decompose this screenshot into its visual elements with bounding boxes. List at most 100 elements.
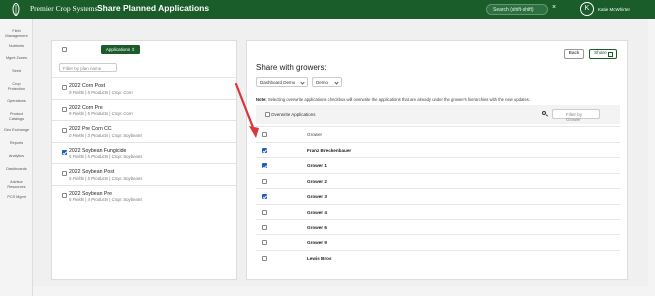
plan-row[interactable]: 2022 Soybean Fungicide 5 Fields | 5 Produ…: [52, 141, 236, 163]
plan-details: 5 Fields | 5 Products | Crop: Soybeans: [69, 154, 143, 159]
sidebar-item[interactable]: Product Catalogs: [0, 112, 33, 121]
sidebar-item[interactable]: Reports: [0, 141, 33, 146]
sidebar-item[interactable]: Analytics: [0, 154, 33, 159]
plan-name: 2022 Corn Pre: [69, 104, 103, 111]
sidebar-item[interactable]: Nutrients: [0, 44, 33, 49]
grower-name: Grower 4: [307, 209, 327, 215]
grower-row[interactable]: Grower 4: [256, 203, 620, 220]
sidebar-item-label: Seed: [12, 69, 21, 73]
grower-checkbox[interactable]: [262, 148, 267, 153]
global-search-input[interactable]: Search (shift-shift): [486, 4, 548, 15]
close-icon[interactable]: ×: [552, 4, 556, 11]
grower-row[interactable]: Grower 1: [256, 157, 620, 173]
grower-checkbox[interactable]: [262, 194, 267, 200]
grower-checkbox[interactable]: [262, 225, 267, 230]
grower-grid-toolbar: Overwrite Applications Filter by Grower: [256, 105, 620, 124]
sidebar-item-label: Geo Exchange: [3, 128, 30, 132]
plan-row[interactable]: 2022 Pre Corn CC 0 Fields | 3 Products | …: [52, 120, 236, 141]
sidebar-item-label: Management: [5, 33, 28, 38]
sidebar-item[interactable]: Geo Exchange: [0, 128, 33, 133]
grower-name: Grower 3: [307, 194, 327, 200]
plan-checkbox[interactable]: [62, 106, 67, 112]
note-text: Selecting overwrite applications checkbo…: [266, 97, 531, 102]
demo-select[interactable]: Demo: [312, 77, 342, 87]
sidebar-item[interactable]: Mgmt Zones: [0, 56, 33, 61]
share-heading: Share with growers:: [256, 63, 327, 72]
overwrite-applications-checkbox[interactable]: [265, 112, 270, 117]
sidebar-item[interactable]: Seed: [0, 69, 33, 74]
user-name[interactable]: Katie McWhirter: [598, 7, 630, 12]
sidebar-item-label: Mgmt Zones: [5, 56, 28, 60]
plan-name: 2022 Soybean Fungicide: [69, 147, 127, 154]
plan-row[interactable]: 2022 Corn Post 9 Fields | 5 Products | Cr…: [52, 77, 236, 98]
plan-checkbox[interactable]: [62, 85, 67, 90]
sidebar-item-label: Nutrients: [8, 44, 25, 48]
grower-row[interactable]: Franz Breckenbauer: [256, 142, 620, 158]
chevron-down-icon: [300, 79, 305, 85]
overwrite-note: Note: Selecting overwrite applications c…: [256, 97, 530, 102]
grower-row[interactable]: Grower 6: [256, 219, 620, 235]
avatar[interactable]: K: [580, 2, 594, 16]
plan-checkbox[interactable]: [62, 192, 67, 198]
share-button[interactable]: Share: [589, 49, 617, 59]
grower-name: Franz Breckenbauer: [307, 148, 352, 153]
sidebar-item-label: Reports: [9, 141, 24, 145]
plan-details: 0 Fields | 3 Products | Crop: Soybeans: [69, 132, 143, 138]
grower-name: Lewis Bros: [307, 255, 332, 261]
sidebar-item-label: Protection: [7, 86, 26, 91]
plan-name: 2022 Soybean Pre: [69, 190, 112, 197]
grower-row[interactable]: Grower 2: [256, 172, 620, 189]
dashboard-select[interactable]: Dashboard Demo: [256, 77, 308, 87]
grower-checkbox[interactable]: [262, 163, 267, 169]
sidebar-item[interactable]: Crop Protection: [0, 82, 33, 91]
search-icon: [542, 111, 546, 115]
plan-checkbox[interactable]: [62, 128, 67, 133]
external-link-icon: [608, 51, 613, 57]
sidebar-item[interactable]: Advisor Resources: [0, 180, 33, 189]
footer-bar: [33, 286, 655, 296]
select-all-plans-checkbox[interactable]: [62, 47, 67, 52]
grower-checkbox[interactable]: [262, 240, 267, 246]
grower-name: Grower 9: [307, 240, 327, 246]
sidebar-item-label: PCS Mgmt: [7, 195, 26, 199]
plan-row[interactable]: 2022 Soybean Post 5 Fields | 5 Products |…: [52, 163, 236, 184]
grower-checkbox[interactable]: [262, 209, 267, 215]
grower-checkbox[interactable]: [262, 178, 267, 184]
plan-details: 5 Fields | 4 Products | Crop: Soybeans: [69, 197, 143, 202]
demo-select-value: Demo: [316, 80, 329, 85]
annotation-arrow: [234, 82, 259, 138]
grower-column-header[interactable]: Grower: [307, 132, 322, 137]
sidebar-item-label: Analytics: [8, 154, 25, 158]
grower-column-header-row: Grower: [256, 126, 620, 142]
grower-name: Grower 1: [307, 163, 327, 169]
chevron-down-icon: [334, 79, 339, 85]
plan-name: 2022 Soybean Post: [69, 169, 115, 175]
plan-name: 2022 Corn Post: [69, 83, 106, 89]
grower-checkbox[interactable]: [262, 255, 267, 261]
plan-checkbox[interactable]: [62, 149, 67, 155]
sidebar-item[interactable]: Dashboards: [0, 167, 33, 172]
sidebar-item-label: Resources: [7, 184, 26, 189]
sidebar-item[interactable]: Operations: [0, 99, 33, 104]
applications-sort-button[interactable]: Applications ⇕: [101, 45, 140, 54]
plan-list-panel: Applications ⇕ Filter by plan name 2022 …: [51, 40, 237, 280]
logo-leaf-icon: [12, 3, 20, 16]
brand-name: Premier Crop Systems: [30, 4, 98, 13]
select-all-growers-checkbox[interactable]: [262, 132, 267, 137]
scrollbar[interactable]: [648, 19, 655, 286]
sidebar-item[interactable]: Field Management: [0, 29, 33, 38]
plan-row[interactable]: 2022 Corn Pre 9 Fields | 5 Products | Cro…: [52, 98, 236, 120]
plan-name: 2022 Pre Corn CC: [69, 126, 112, 132]
grower-row[interactable]: Lewis Bros: [256, 249, 620, 266]
plan-checkbox[interactable]: [62, 171, 67, 176]
grower-row[interactable]: Grower 3: [256, 188, 620, 204]
plan-filter-input[interactable]: Filter by plan name: [59, 63, 117, 72]
sidebar-item-label: Catalogs: [9, 116, 24, 121]
back-button[interactable]: Back: [564, 49, 584, 59]
page-title: Share Planned Applications: [97, 3, 210, 13]
grower-row[interactable]: Grower 9: [256, 234, 620, 250]
sidebar-item[interactable]: PCS Mgmt: [0, 195, 33, 200]
plan-row[interactable]: 2022 Soybean Pre 5 Fields | 4 Products | …: [52, 184, 236, 206]
share-button-label: Share: [594, 51, 607, 56]
grower-filter-input[interactable]: Filter by Grower: [552, 109, 600, 122]
